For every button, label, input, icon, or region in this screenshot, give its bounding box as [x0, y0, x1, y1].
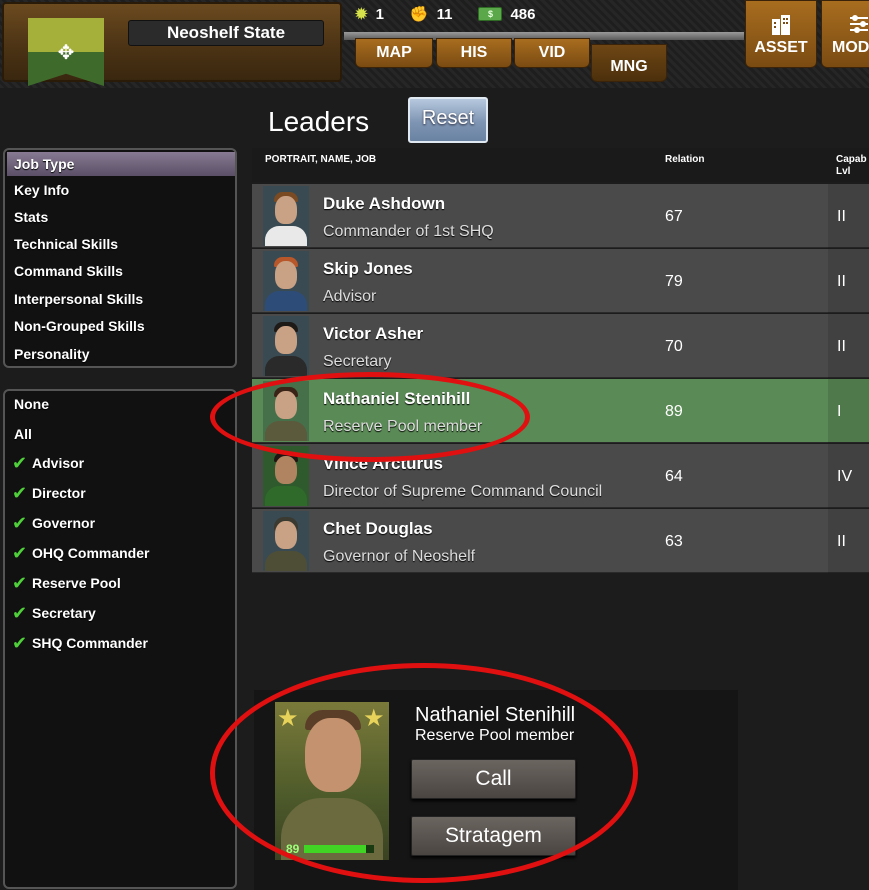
leader-capability: IV	[837, 468, 853, 485]
sliders-icon	[850, 15, 868, 33]
mode-button[interactable]: MODE	[821, 0, 869, 68]
category-panel: Job Type Key Info Stats Technical Skills…	[3, 148, 237, 368]
leader-capability: I	[837, 403, 842, 420]
reset-button[interactable]: Reset	[408, 97, 488, 143]
annotation-circle-detail-panel	[210, 663, 638, 883]
asset-label: ASSET	[754, 39, 808, 56]
annotation-circle-selected-row	[210, 372, 530, 462]
filter-secretary[interactable]: Secretary	[32, 605, 96, 621]
filter-none[interactable]: None	[14, 396, 49, 412]
column-capability-level[interactable]: Capab Lvl	[836, 154, 869, 178]
filter-panel: None All ✔ Advisor ✔ Director ✔ Governor…	[3, 389, 237, 889]
mode-label: MODE	[832, 39, 869, 56]
leader-capability: II	[837, 338, 846, 355]
checkmark-icon[interactable]: ✔	[12, 603, 27, 625]
leader-name: Skip Jones	[323, 259, 413, 278]
checkmark-icon[interactable]: ✔	[12, 483, 27, 505]
table-header: PORTRAIT, NAME, JOB Relation Capab Lvl	[252, 148, 869, 182]
table-row[interactable]: Duke Ashdown Commander of 1st SHQ 67 II	[252, 184, 869, 248]
leader-job: Governor of Neoshelf	[323, 548, 476, 565]
state-plate: ✥ Neoshelf State	[2, 2, 342, 86]
leader-capability: II	[837, 273, 846, 290]
stat-money: $ 486	[478, 5, 536, 23]
category-non-grouped-skills[interactable]: Non-Grouped Skills	[14, 318, 145, 334]
leader-name: Chet Douglas	[323, 519, 433, 538]
table-row[interactable]: Chet Douglas Governor of Neoshelf 63 II	[252, 509, 869, 573]
asset-button[interactable]: ASSET	[745, 0, 817, 68]
cash-icon: $	[478, 7, 503, 21]
checkmark-icon[interactable]: ✔	[12, 573, 27, 595]
checkmark-icon[interactable]: ✔	[12, 513, 27, 535]
leader-capability: II	[837, 533, 846, 550]
filter-shq-commander[interactable]: SHQ Commander	[32, 635, 148, 651]
state-flag: ✥	[28, 18, 104, 86]
column-relation[interactable]: Relation	[665, 154, 704, 166]
leader-portrait	[263, 316, 309, 376]
leader-relation: 67	[665, 208, 683, 225]
stat-power: ✊ 11	[409, 5, 453, 24]
state-name: Neoshelf State	[128, 20, 324, 46]
filter-governor[interactable]: Governor	[32, 515, 95, 531]
eagle-emblem-icon: ✥	[57, 42, 75, 64]
leader-relation: 79	[665, 273, 683, 290]
filter-all[interactable]: All	[14, 426, 32, 442]
top-bar: ✥ Neoshelf State ✹ 1 ✊ 11 $ 486 MAP HIS …	[0, 0, 869, 88]
table-row[interactable]: Skip Jones Advisor 79 II	[252, 249, 869, 313]
leader-portrait	[263, 186, 309, 246]
stat-value: 11	[436, 5, 453, 23]
page-title: Leaders	[268, 106, 370, 137]
leader-capability: II	[837, 208, 846, 225]
leader-portrait	[263, 511, 309, 571]
column-portrait-name-job[interactable]: PORTRAIT, NAME, JOB	[265, 154, 376, 166]
table-row[interactable]: Victor Asher Secretary 70 II	[252, 314, 869, 378]
filter-ohq-commander[interactable]: OHQ Commander	[32, 545, 149, 561]
leader-relation: 64	[665, 468, 683, 485]
leader-job: Commander of 1st SHQ	[323, 223, 494, 240]
category-key-info[interactable]: Key Info	[14, 182, 69, 198]
stat-value: 486	[510, 5, 536, 23]
leader-relation: 70	[665, 338, 683, 355]
resource-stats: ✹ 1 ✊ 11 $ 486	[355, 5, 536, 24]
filter-advisor[interactable]: Advisor	[32, 455, 84, 471]
leader-job: Advisor	[323, 288, 377, 305]
filter-reserve-pool[interactable]: Reserve Pool	[32, 575, 121, 591]
checkmark-icon[interactable]: ✔	[12, 633, 27, 655]
leader-relation: 89	[665, 403, 683, 420]
tab-map[interactable]: MAP	[355, 38, 433, 68]
tab-mng[interactable]: MNG	[591, 44, 667, 82]
category-job-type[interactable]: Job Type	[7, 152, 235, 176]
leader-relation: 63	[665, 533, 683, 550]
leader-name: Victor Asher	[323, 324, 424, 343]
checkmark-icon[interactable]: ✔	[12, 543, 27, 565]
category-stats[interactable]: Stats	[14, 209, 48, 225]
category-command-skills[interactable]: Command Skills	[14, 263, 123, 279]
stat-value: 1	[375, 5, 384, 23]
leader-name: Duke Ashdown	[323, 194, 446, 213]
tab-his[interactable]: HIS	[436, 38, 512, 68]
leader-job: Secretary	[323, 353, 392, 370]
filter-director[interactable]: Director	[32, 485, 86, 501]
leader-job: Director of Supreme Command Council	[323, 483, 603, 500]
sun-icon: ✹	[355, 6, 368, 23]
stat-influence: ✹ 1	[355, 5, 384, 24]
checkmark-icon[interactable]: ✔	[12, 453, 27, 475]
category-personality[interactable]: Personality	[14, 346, 89, 362]
leader-portrait	[263, 251, 309, 311]
category-technical-skills[interactable]: Technical Skills	[14, 236, 118, 252]
buildings-icon	[772, 15, 790, 35]
tab-vid[interactable]: VID	[514, 38, 590, 68]
fist-icon: ✊	[409, 6, 429, 23]
category-interpersonal-skills[interactable]: Interpersonal Skills	[14, 291, 143, 307]
